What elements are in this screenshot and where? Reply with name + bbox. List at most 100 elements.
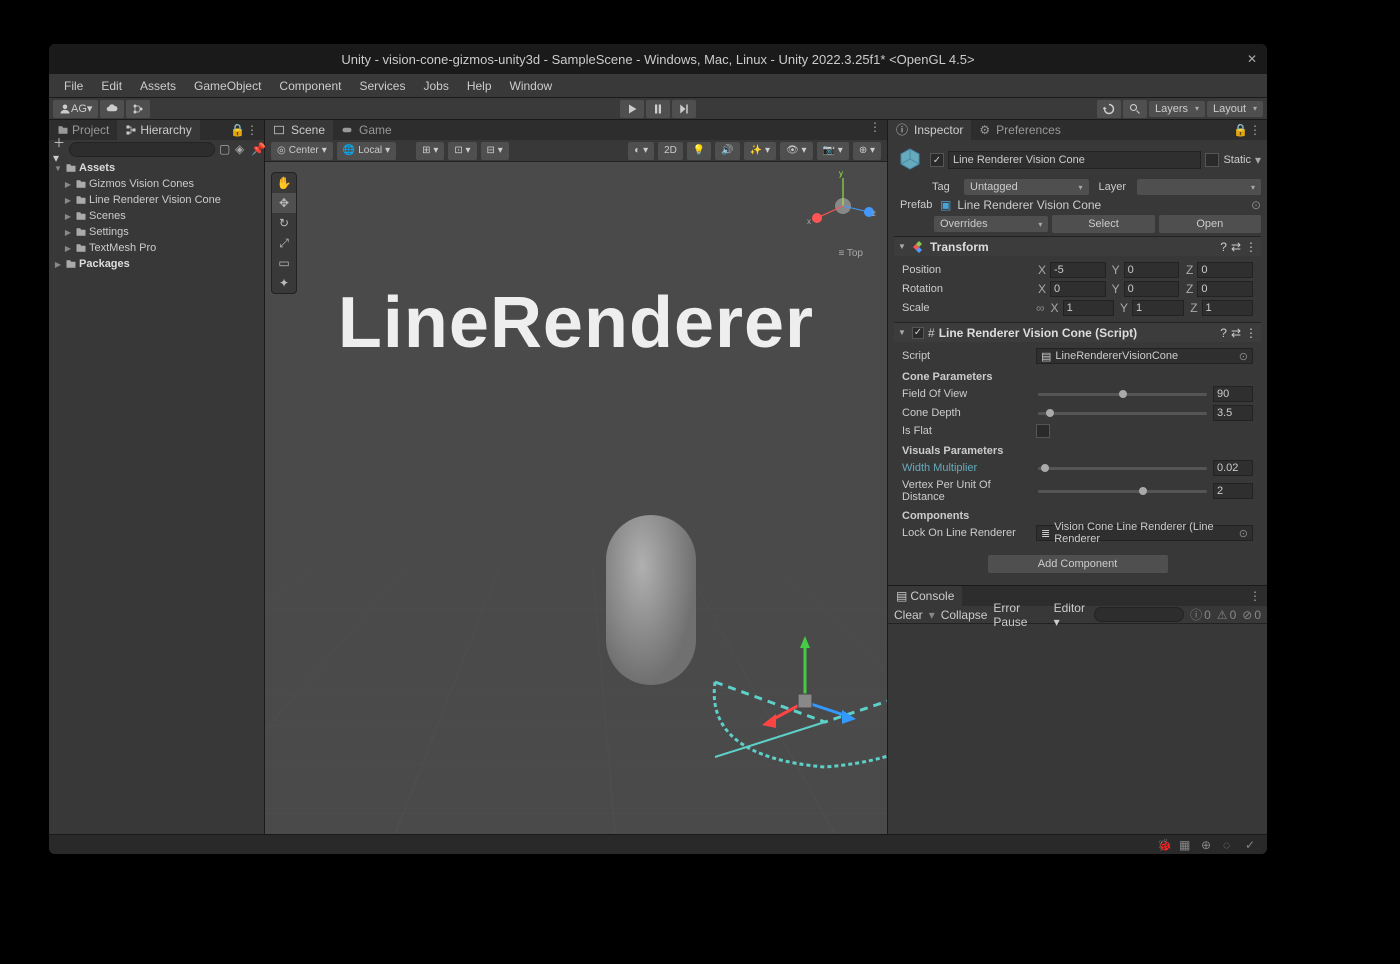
- tab-menu-icon[interactable]: ⋮: [1249, 123, 1263, 137]
- menu-icon[interactable]: ⋮: [1245, 240, 1257, 254]
- fold-icon[interactable]: ▶: [63, 228, 73, 237]
- active-checkbox[interactable]: [930, 153, 944, 167]
- local-dropdown[interactable]: 🌐 Local ▾: [337, 142, 396, 160]
- tab-game[interactable]: Game: [333, 120, 400, 140]
- tag-dropdown[interactable]: Untagged: [964, 179, 1089, 195]
- move-gizmo[interactable]: [760, 632, 860, 732]
- layout-dropdown[interactable]: Layout: [1207, 101, 1263, 117]
- play-button[interactable]: [620, 100, 644, 118]
- isflat-checkbox[interactable]: [1036, 424, 1050, 438]
- camera-settings[interactable]: 📷 ▾: [817, 142, 849, 160]
- open-prefab-button[interactable]: Open: [1159, 215, 1261, 233]
- tab-menu-icon[interactable]: ⋮: [1249, 589, 1263, 603]
- menu-assets[interactable]: Assets: [131, 74, 185, 98]
- fold-icon[interactable]: ▶: [63, 244, 73, 253]
- undo-history-button[interactable]: [1097, 100, 1121, 118]
- autosave-icon[interactable]: ⊕: [1201, 838, 1215, 852]
- fold-icon[interactable]: ▼: [898, 328, 908, 337]
- menu-window[interactable]: Window: [501, 74, 562, 98]
- menu-edit[interactable]: Edit: [92, 74, 131, 98]
- help-icon[interactable]: ?: [1220, 240, 1227, 254]
- snap-settings[interactable]: ⊟ ▾: [481, 142, 509, 160]
- light-toggle[interactable]: 💡: [687, 142, 711, 160]
- fold-icon[interactable]: ▶: [63, 180, 73, 189]
- 2d-toggle[interactable]: 2D: [658, 142, 683, 160]
- scale-link-icon[interactable]: ∞: [1036, 301, 1045, 315]
- tree-item[interactable]: ▶Gizmos Vision Cones: [49, 176, 264, 192]
- tree-item[interactable]: ▶Scenes: [49, 208, 264, 224]
- transform-tool[interactable]: ✦: [272, 273, 296, 293]
- scl-y[interactable]: [1132, 300, 1183, 316]
- pos-z[interactable]: [1197, 262, 1253, 278]
- fold-icon[interactable]: ▼: [898, 242, 908, 251]
- fov-input[interactable]: [1213, 386, 1253, 402]
- transform-header[interactable]: ▼ Transform ? ⇄ ⋮: [894, 236, 1261, 256]
- menu-services[interactable]: Services: [350, 74, 414, 98]
- error-count[interactable]: ⊘ 0: [1242, 606, 1261, 623]
- pos-x[interactable]: [1050, 262, 1106, 278]
- tab-scene[interactable]: Scene: [265, 120, 333, 140]
- script-objref[interactable]: ▤ LineRendererVisionCone: [1036, 348, 1253, 364]
- add-component-button[interactable]: Add Component: [988, 555, 1168, 573]
- scene-view[interactable]: ✋ ✥ ↻ ⤢ ▭ ✦ LineRenderer: [265, 162, 887, 834]
- collapse-toggle[interactable]: Collapse: [941, 608, 988, 622]
- scl-z[interactable]: [1202, 300, 1253, 316]
- script-header[interactable]: ▼ # Line Renderer Vision Cone (Script) ?…: [894, 322, 1261, 342]
- close-icon[interactable]: ✕: [1245, 52, 1259, 66]
- fold-icon[interactable]: ▼: [53, 164, 63, 173]
- tree-item[interactable]: ▶TextMesh Pro: [49, 240, 264, 256]
- tab-preferences[interactable]: ⚙Preferences: [971, 120, 1068, 140]
- audio-toggle[interactable]: 🔊: [715, 142, 739, 160]
- static-checkbox[interactable]: [1205, 153, 1219, 167]
- pos-y[interactable]: [1124, 262, 1180, 278]
- cache-icon[interactable]: ▦: [1179, 838, 1193, 852]
- tab-menu-icon[interactable]: ⋮: [246, 123, 260, 137]
- vpu-input[interactable]: [1213, 483, 1253, 499]
- search-button[interactable]: [1123, 100, 1147, 118]
- view-tool[interactable]: ✋: [272, 173, 296, 193]
- fx-toggle[interactable]: ✨ ▾: [744, 142, 776, 160]
- depth-input[interactable]: [1213, 405, 1253, 421]
- script-enabled-checkbox[interactable]: [912, 327, 924, 339]
- fov-slider[interactable]: [1038, 393, 1207, 396]
- account-dropdown[interactable]: AG ▾: [53, 100, 98, 118]
- rect-tool[interactable]: ▭: [272, 253, 296, 273]
- snap-inc[interactable]: ⊡ ▾: [448, 142, 476, 160]
- scl-x[interactable]: [1063, 300, 1114, 316]
- fold-icon[interactable]: ▶: [53, 260, 63, 269]
- move-tool[interactable]: ✥: [272, 193, 296, 213]
- rot-y[interactable]: [1124, 281, 1180, 297]
- pivot-dropdown[interactable]: ◎ Center ▾: [271, 142, 333, 160]
- layer-dropdown[interactable]: [1137, 179, 1262, 195]
- gizmos-dropdown[interactable]: ⊕ ▾: [853, 142, 881, 160]
- console-search[interactable]: [1094, 607, 1184, 622]
- tab-menu-icon[interactable]: ⋮: [869, 120, 883, 134]
- draw-mode[interactable]: ◐ ▾: [628, 142, 654, 160]
- errorpause-toggle[interactable]: Error Pause: [993, 601, 1047, 629]
- info-count[interactable]: ⓘ 0: [1190, 606, 1211, 623]
- debugger-icon[interactable]: 🐞: [1157, 838, 1171, 852]
- tab-hierarchy[interactable]: Hierarchy: [117, 120, 199, 140]
- step-button[interactable]: [672, 100, 696, 118]
- width-input[interactable]: [1213, 460, 1253, 476]
- vcs-button[interactable]: [126, 100, 150, 118]
- tree-root[interactable]: ▼ Assets: [49, 160, 264, 176]
- select-prefab-button[interactable]: Select: [1052, 215, 1154, 233]
- tab-inspector[interactable]: ⓘInspector: [888, 120, 971, 140]
- filter-icon[interactable]: ▢: [219, 142, 233, 156]
- progress-icon[interactable]: ◌: [1223, 838, 1237, 852]
- menu-gameobject[interactable]: GameObject: [185, 74, 270, 98]
- rot-x[interactable]: [1050, 281, 1106, 297]
- clear-button[interactable]: Clear: [894, 608, 923, 622]
- menu-icon[interactable]: ⋮: [1245, 326, 1257, 340]
- fold-icon[interactable]: ▶: [63, 196, 73, 205]
- menu-help[interactable]: Help: [458, 74, 501, 98]
- preset-icon[interactable]: ⇄: [1231, 240, 1241, 254]
- tree-packages[interactable]: ▶Packages: [49, 256, 264, 272]
- menu-jobs[interactable]: Jobs: [414, 74, 457, 98]
- editor-dropdown[interactable]: Editor ▾: [1054, 601, 1088, 629]
- checkmark-icon[interactable]: ✓: [1245, 838, 1259, 852]
- hidden-toggle[interactable]: 👁 ▾: [780, 142, 813, 160]
- width-slider[interactable]: [1038, 467, 1207, 470]
- static-dropdown[interactable]: ▾: [1255, 153, 1261, 167]
